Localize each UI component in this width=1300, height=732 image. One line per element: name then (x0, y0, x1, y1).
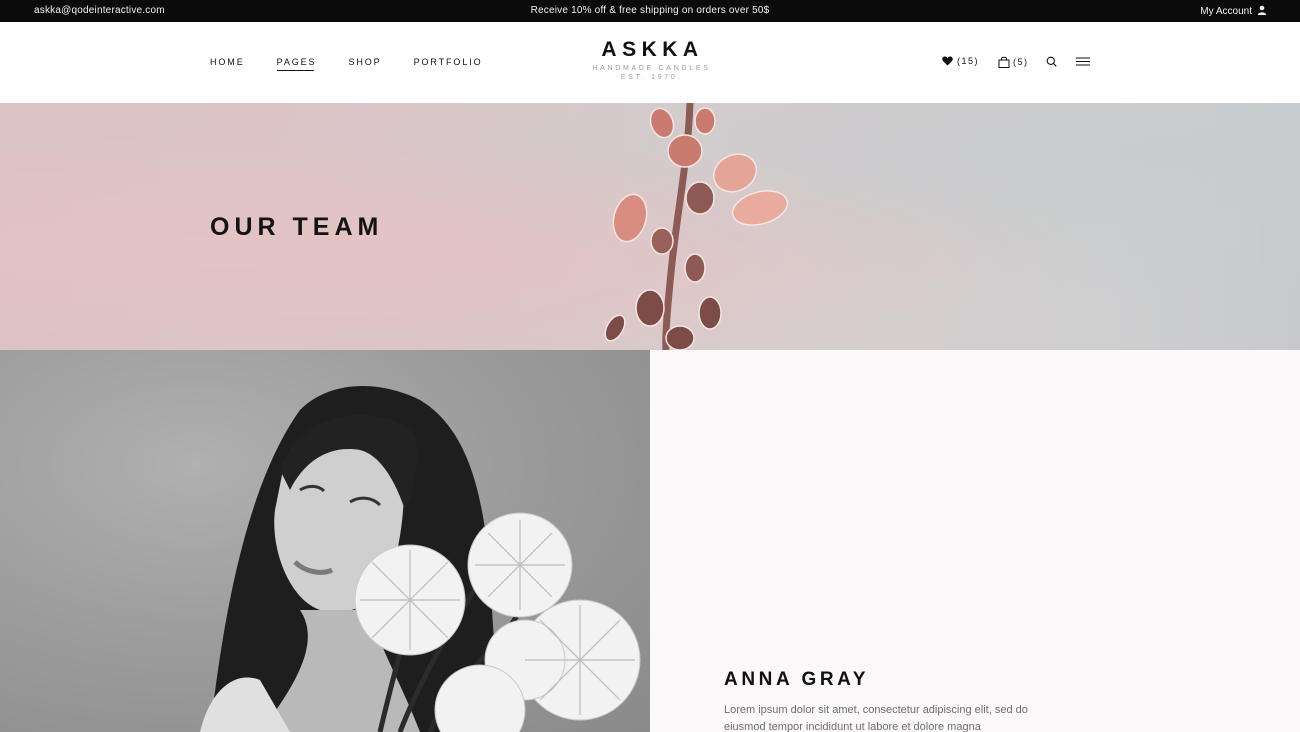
team-member-bio: Lorem ipsum dolor sit amet, consectetur … (724, 704, 1028, 732)
logo-tagline: HANDMADE CANDLES (592, 65, 711, 72)
page-title-banner: OUR TEAM (0, 103, 1300, 350)
team-member-photo (0, 350, 650, 732)
promo-banner-text: Receive 10% off & free shipping on order… (530, 5, 770, 16)
flower-stem-image (604, 103, 789, 350)
page-title: OUR TEAM (210, 213, 384, 241)
hamburger-menu-icon (1076, 57, 1090, 66)
cart-button[interactable]: (5) (998, 56, 1029, 68)
my-account-link[interactable]: My Account (1200, 5, 1267, 18)
logo-brand: ASKKA (601, 38, 704, 61)
team-member-info: ANNA GRAY Lorem ipsum dolor sit amet, co… (650, 350, 1300, 732)
nav-item-home[interactable]: HOME (210, 57, 245, 67)
logo-established: EST. 1970. (620, 74, 683, 81)
search-button[interactable] (1046, 56, 1057, 67)
cart-count: (5) (1013, 57, 1029, 67)
team-member-name: ANNA GRAY (724, 669, 870, 690)
wishlist-count: (15) (957, 56, 980, 66)
main-nav: HOME PAGES SHOP PORTFOLIO (210, 57, 515, 71)
wishlist-button[interactable]: (15) (942, 56, 979, 66)
heart-icon (942, 56, 953, 66)
bag-icon (998, 56, 1010, 68)
nav-item-shop[interactable]: SHOP (348, 57, 381, 67)
user-icon (1257, 5, 1267, 18)
portrait-image (200, 386, 641, 732)
side-menu-button[interactable] (1076, 57, 1090, 66)
nav-item-pages[interactable]: PAGES (276, 57, 317, 71)
site-logo[interactable]: ASKKA HANDMADE CANDLES EST. 1970. (550, 38, 750, 81)
top-bar: askka@qodeinteractive.com Receive 10% of… (0, 0, 1300, 22)
nav-item-portfolio[interactable]: PORTFOLIO (414, 57, 483, 67)
my-account-label: My Account (1200, 6, 1252, 17)
site-header: HOME PAGES SHOP PORTFOLIO ASKKA HANDMADE… (0, 22, 1300, 103)
search-icon (1046, 56, 1057, 67)
